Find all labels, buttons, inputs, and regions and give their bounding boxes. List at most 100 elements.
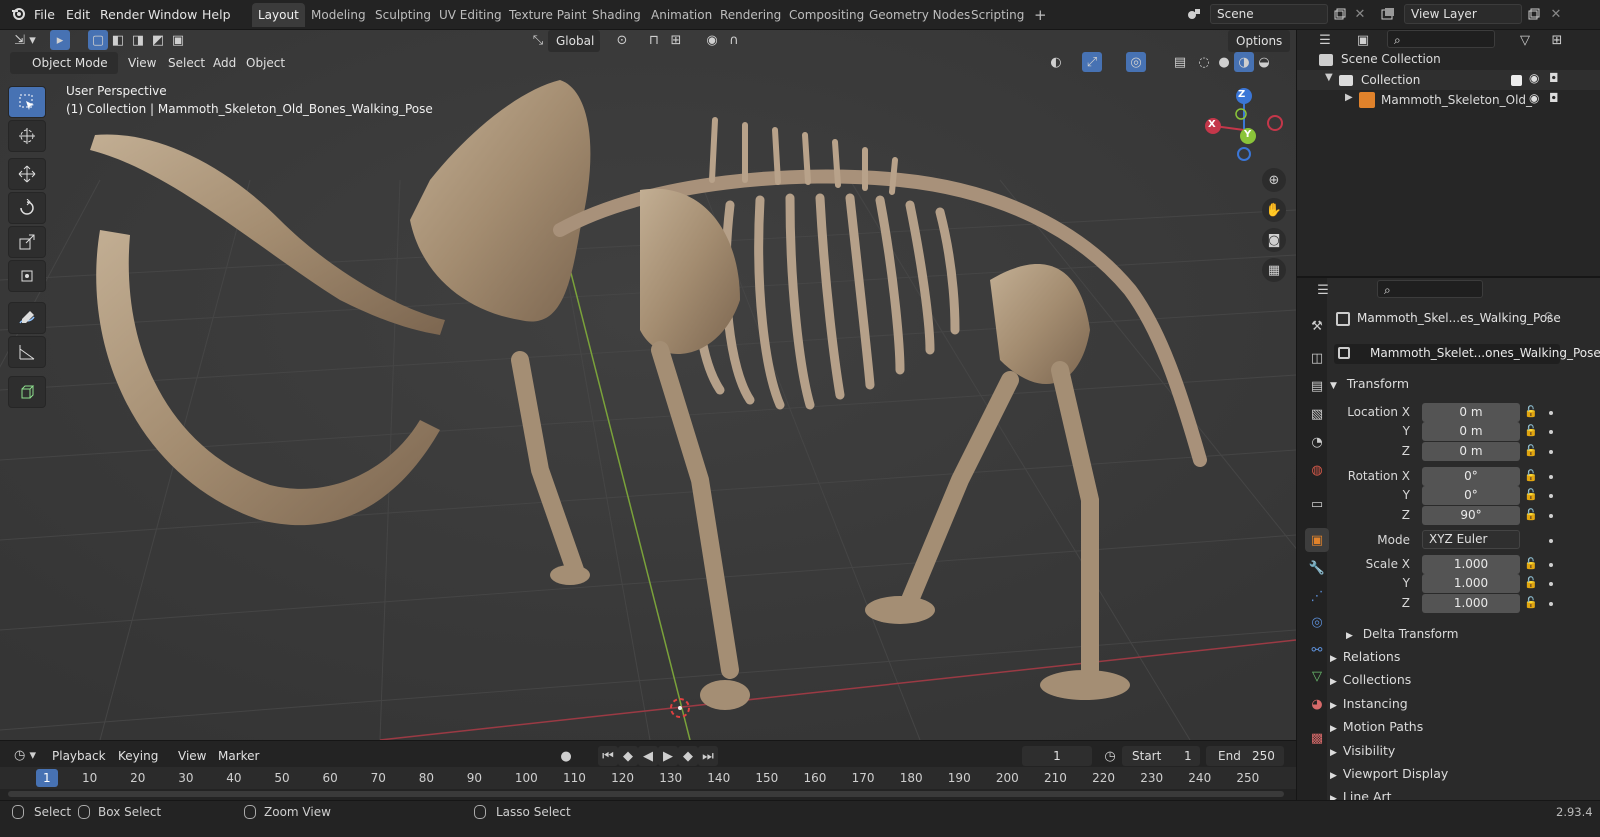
timeline-editor-type-icon[interactable]: ◷ ▾ xyxy=(10,745,40,765)
scale-tool-icon[interactable] xyxy=(8,226,46,258)
lock-icon[interactable]: 🔓 xyxy=(1524,488,1538,502)
motion-paths-panel-header[interactable]: ▶ Motion Paths xyxy=(1330,716,1423,738)
camera-view-icon[interactable]: ◙ xyxy=(1262,228,1286,252)
scene-icon[interactable] xyxy=(1184,4,1204,24)
3d-viewport[interactable]: ⇲ ▾ ▸ ▢ ◧ ◨ ◩ ▣ ⤡ Global ⊙ ⊓ ⊞ ◉ ∩ Optio… xyxy=(0,30,1296,740)
select-tool-mode-icon[interactable]: ▸ xyxy=(50,30,70,50)
scale-x-field[interactable]: 1.000 xyxy=(1422,555,1520,574)
menu-add[interactable]: Add xyxy=(213,52,236,74)
auto-keying-icon[interactable]: ● xyxy=(556,746,576,766)
keyframe-dot-icon[interactable] xyxy=(1549,514,1553,518)
lock-icon[interactable]: 🔓 xyxy=(1524,576,1538,590)
collection-checkbox-icon[interactable] xyxy=(1511,75,1522,86)
falloff-icon[interactable]: ∩ xyxy=(724,30,744,50)
timeline-scrollbar[interactable] xyxy=(8,791,1284,797)
select-box-tool-icon[interactable] xyxy=(8,86,46,118)
marker-menu[interactable]: Marker xyxy=(218,745,259,767)
tab-geometry-nodes[interactable]: Geometry Nodes xyxy=(863,3,976,27)
collections-panel-header[interactable]: ▶ Collections xyxy=(1330,669,1411,691)
physics-tab-icon[interactable]: ◎ xyxy=(1305,610,1329,634)
rotation-y-field[interactable]: 0° xyxy=(1422,486,1520,505)
proportional-edit-icon[interactable]: ◉ xyxy=(702,30,722,50)
shading-wireframe-icon[interactable]: ◌ xyxy=(1194,52,1214,72)
menu-file[interactable]: File xyxy=(34,5,55,25)
rotate-tool-icon[interactable] xyxy=(8,192,46,224)
new-scene-icon[interactable] xyxy=(1330,4,1350,24)
delta-transform-header[interactable]: ▶ Delta Transform xyxy=(1346,623,1458,645)
relations-panel-header[interactable]: ▶ Relations xyxy=(1330,646,1400,668)
eye-icon[interactable]: ◉ xyxy=(1529,71,1539,85)
outliner-object-label[interactable]: Mammoth_Skeleton_Old_ xyxy=(1381,93,1532,107)
blender-logo-icon[interactable] xyxy=(10,5,26,25)
measure-tool-icon[interactable] xyxy=(8,336,46,368)
select-extend-icon[interactable]: ◧ xyxy=(108,30,128,50)
view-layer-field[interactable]: View Layer xyxy=(1404,4,1522,24)
outliner-search-input[interactable]: ⌕ xyxy=(1387,30,1495,48)
texture-tab-icon[interactable]: ▩ xyxy=(1305,726,1329,750)
lock-icon[interactable]: 🔓 xyxy=(1524,444,1538,458)
menu-view[interactable]: View xyxy=(128,52,156,74)
tab-scripting[interactable]: Scripting xyxy=(965,3,1030,27)
transform-orientation-dropdown[interactable]: Global xyxy=(548,30,600,52)
overlays-icon[interactable]: ◎ xyxy=(1126,52,1146,72)
rotation-mode-dropdown[interactable]: XYZ Euler xyxy=(1422,530,1520,549)
ortho-grid-icon[interactable]: ▦ xyxy=(1262,258,1286,282)
location-z-field[interactable]: 0 m xyxy=(1422,442,1520,461)
play-icon[interactable]: ▶ xyxy=(658,746,678,766)
transform-orientation-icon[interactable]: ⤡ xyxy=(528,30,548,50)
render-tab-icon[interactable]: ◫ xyxy=(1305,346,1329,370)
menu-help[interactable]: Help xyxy=(202,5,231,25)
gizmo-icon[interactable]: ⤢ xyxy=(1082,52,1102,72)
pan-hand-icon[interactable]: ✋ xyxy=(1262,198,1286,222)
material-tab-icon[interactable]: ◕ xyxy=(1305,692,1329,716)
editor-type-icon[interactable]: ⇲ ▾ xyxy=(10,30,40,50)
tab-sculpting[interactable]: Sculpting xyxy=(369,3,437,27)
properties-search-input[interactable]: ⌕ xyxy=(1377,280,1483,298)
visibility-icon[interactable]: ◐ xyxy=(1046,52,1066,72)
tab-texture-paint[interactable]: Texture Paint xyxy=(503,3,592,27)
options-dropdown[interactable]: Options xyxy=(1228,30,1291,52)
remove-view-layer-icon[interactable]: ✕ xyxy=(1546,4,1566,24)
snap-icon[interactable]: ⊓ xyxy=(644,30,664,50)
keyframe-dot-icon[interactable] xyxy=(1549,582,1553,586)
shading-solid-icon[interactable]: ● xyxy=(1214,52,1234,72)
next-keyframe-icon[interactable]: ◆ xyxy=(678,746,698,766)
transform-tool-icon[interactable] xyxy=(8,260,46,292)
remove-scene-icon[interactable]: ✕ xyxy=(1350,4,1370,24)
expand-arrow-icon[interactable]: ▶ xyxy=(1345,92,1353,103)
viewport-display-panel-header[interactable]: ▶ Viewport Display xyxy=(1330,763,1448,785)
object-mode-dropdown[interactable]: Object Mode xyxy=(10,52,118,74)
lock-icon[interactable]: 🔓 xyxy=(1524,424,1538,438)
rotation-z-field[interactable]: 90° xyxy=(1422,506,1520,525)
outliner-editor-type-icon[interactable]: ☰ xyxy=(1315,30,1335,50)
lock-icon[interactable]: 🔓 xyxy=(1524,557,1538,571)
output-tab-icon[interactable]: ▤ xyxy=(1305,374,1329,398)
snap-target-icon[interactable]: ⊞ xyxy=(666,30,686,50)
scene-field[interactable]: Scene xyxy=(1210,4,1328,24)
instancing-panel-header[interactable]: ▶ Instancing xyxy=(1330,693,1408,715)
tab-shading[interactable]: Shading xyxy=(586,3,647,27)
object-camera-icon[interactable]: ◘ xyxy=(1549,91,1559,105)
prev-keyframe-icon[interactable]: ◆ xyxy=(618,746,638,766)
view-layer-icon[interactable] xyxy=(1378,4,1398,24)
timeline-view-menu[interactable]: View xyxy=(178,745,206,767)
play-reverse-icon[interactable]: ◀ xyxy=(638,746,658,766)
keyframe-dot-icon[interactable] xyxy=(1549,475,1553,479)
zoom-icon[interactable]: ⊕ xyxy=(1262,168,1286,192)
keyframe-dot-icon[interactable] xyxy=(1549,602,1553,606)
visibility-panel-header[interactable]: ▶ Visibility xyxy=(1330,740,1395,762)
menu-window[interactable]: Window xyxy=(148,5,197,25)
outliner-collection-label[interactable]: Collection xyxy=(1361,73,1420,87)
transform-panel-header[interactable]: ▼ Transform xyxy=(1330,373,1409,395)
lock-icon[interactable]: 🔓 xyxy=(1524,508,1538,522)
xray-icon[interactable]: ▤ xyxy=(1170,52,1190,72)
camera-icon[interactable]: ◘ xyxy=(1549,71,1559,85)
lock-icon[interactable]: 🔓 xyxy=(1524,469,1538,483)
new-collection-icon[interactable]: ⊞ xyxy=(1547,30,1567,50)
scale-y-field[interactable]: 1.000 xyxy=(1422,574,1520,593)
tab-animation[interactable]: Animation xyxy=(645,3,718,27)
pivot-point-icon[interactable]: ⊙ xyxy=(612,30,632,50)
tool-tab-icon[interactable]: ⚒ xyxy=(1305,314,1329,338)
menu-select[interactable]: Select xyxy=(168,52,205,74)
collapse-arrow-icon[interactable]: ▼ xyxy=(1325,72,1333,83)
